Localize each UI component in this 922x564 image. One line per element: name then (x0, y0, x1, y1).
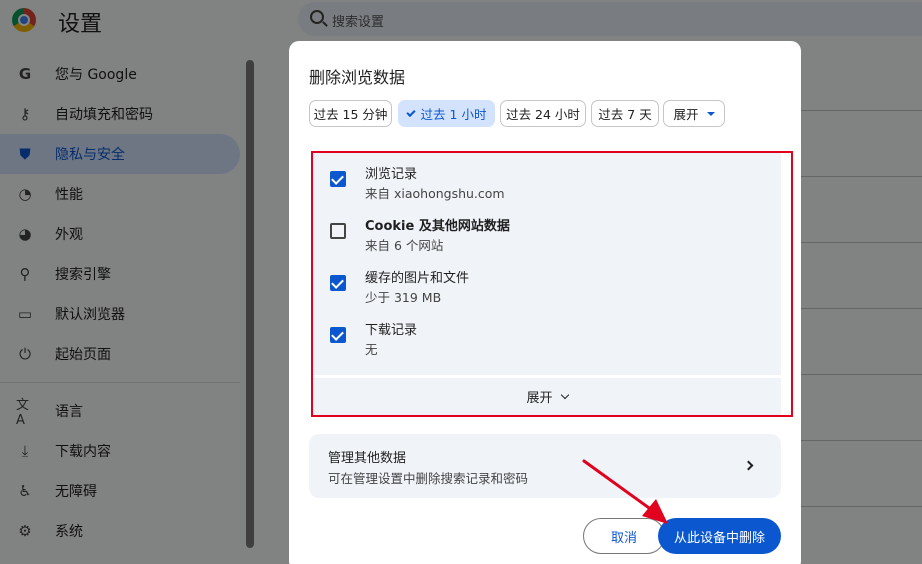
delete-from-device-button[interactable]: 从此设备中删除 (658, 518, 781, 554)
item-browsing-history[interactable]: 浏览记录 来自 xiaohongshu.com (313, 158, 781, 210)
checkbox-unchecked[interactable] (330, 223, 346, 239)
dialog-title: 删除浏览数据 (309, 68, 406, 87)
chevron-down-icon (560, 390, 569, 399)
checkbox-checked[interactable] (330, 171, 346, 187)
chip-15-minutes[interactable]: 过去 15 分钟 (309, 100, 392, 127)
item-cached-images[interactable]: 缓存的图片和文件 少于 319 MB (313, 262, 781, 314)
chip-1-hour[interactable]: 过去 1 小时 (398, 100, 495, 127)
chip-24-hours[interactable]: 过去 24 小时 (500, 100, 586, 127)
check-icon (405, 107, 416, 117)
clear-browsing-data-dialog: 删除浏览数据 过去 15 分钟 过去 1 小时 过去 24 小时 过去 7 天 … (289, 41, 801, 564)
cancel-button[interactable]: 取消 (583, 518, 665, 554)
expand-button[interactable]: 展开 (313, 378, 781, 415)
item-download-history[interactable]: 下载记录 无 (313, 314, 781, 366)
checkbox-checked[interactable] (330, 327, 346, 343)
caret-down-icon (706, 111, 715, 116)
chevron-right-icon (743, 460, 754, 471)
manage-other-data[interactable]: 管理其他数据 可在管理设置中删除搜索记录和密码 (309, 434, 781, 498)
checkbox-checked[interactable] (330, 275, 346, 291)
chip-7-days[interactable]: 过去 7 天 (591, 100, 659, 127)
item-cookies[interactable]: Cookie 及其他网站数据 来自 6 个网站 (313, 210, 781, 262)
chip-expand-dropdown[interactable]: 展开 (663, 100, 725, 127)
data-type-list: 浏览记录 来自 xiaohongshu.com Cookie 及其他网站数据 来… (313, 153, 781, 375)
